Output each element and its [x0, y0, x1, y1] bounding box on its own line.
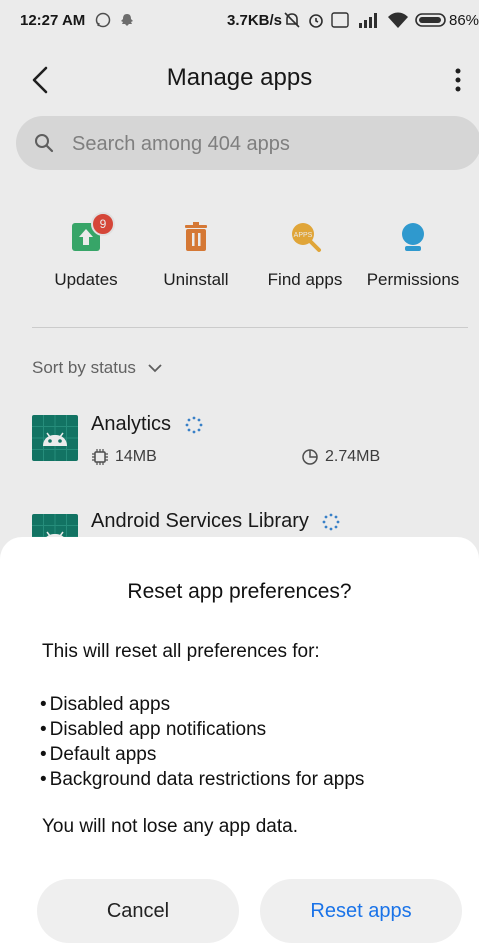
bullet-item: Default apps	[40, 742, 364, 767]
reset-preferences-dialog: Reset app preferences? This will reset a…	[0, 537, 479, 944]
cancel-button[interactable]: Cancel	[37, 879, 239, 943]
dialog-title: Reset app preferences?	[127, 580, 352, 603]
bullet-item: Disabled app notifications	[40, 717, 364, 742]
dialog-note: You will not lose any app data.	[42, 816, 298, 837]
dialog-bullet-list: Disabled apps Disabled app notifications…	[40, 692, 365, 792]
reset-apps-button[interactable]: Reset apps	[260, 879, 462, 943]
bullet-item: Disabled apps	[40, 692, 364, 717]
dialog-message: This will reset all preferences for:	[42, 641, 320, 662]
bullet-item: Background data restrictions for apps	[40, 767, 365, 792]
